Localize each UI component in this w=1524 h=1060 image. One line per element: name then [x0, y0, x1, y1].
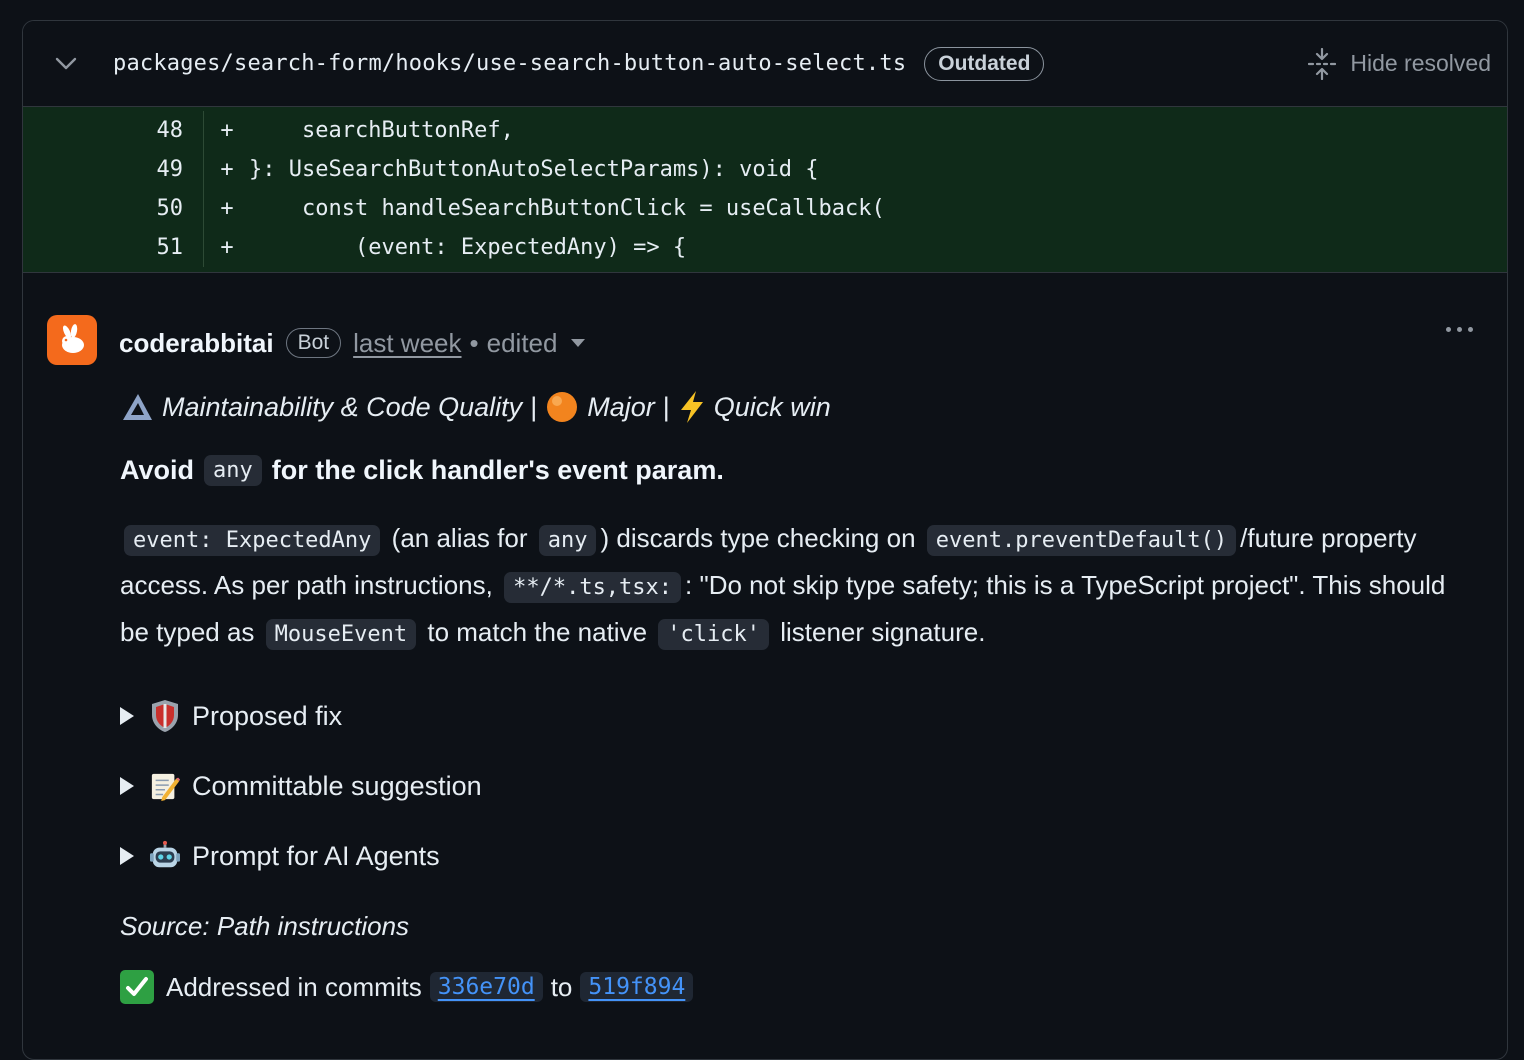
timestamp-link[interactable]: last week — [353, 328, 461, 359]
comment-header: coderabbitai Bot last week • edited — [119, 313, 1507, 373]
kebab-dot — [1468, 327, 1473, 332]
caret-down-icon — [571, 339, 586, 347]
inline-code: any — [538, 525, 597, 556]
inline-code: 'click' — [658, 619, 769, 650]
edited-dropdown[interactable]: edited — [487, 328, 586, 359]
headline-text: for the click handler's event param. — [271, 455, 724, 485]
inline-code: **/*.ts,tsx: — [504, 572, 682, 603]
hide-resolved-button[interactable]: Hide resolved — [1308, 47, 1491, 80]
diff-sign: + — [220, 196, 234, 221]
review-comment: coderabbitai Bot last week • edited Main… — [23, 273, 1507, 1004]
diff-code: }: UseSearchButtonAutoSelectParams): voi… — [249, 157, 819, 182]
diff-code: const handleSearchButtonClick = useCallb… — [249, 196, 885, 221]
paragraph-text: (an alias for — [391, 523, 528, 553]
comment-headline: Avoid any for the click handler's event … — [120, 455, 1480, 486]
file-header: packages/search-form/hooks/use-search-bu… — [23, 21, 1507, 107]
addressed-line: Addressed in commits 336e70d to 519f894 — [120, 970, 1480, 1004]
diff-line[interactable]: 51 + (event: ExpectedAny) => { — [23, 228, 1507, 267]
gutter-divider — [203, 189, 204, 228]
details-proposed-fix[interactable]: Proposed fix — [120, 681, 1480, 751]
effort-tag: Quick win — [713, 391, 831, 422]
diff-line[interactable]: 48 + searchButtonRef, — [23, 111, 1507, 150]
review-thread-panel: packages/search-form/hooks/use-search-bu… — [22, 20, 1508, 1060]
lightning-icon — [678, 390, 706, 424]
details-label: Prompt for AI Agents — [192, 840, 440, 871]
hide-resolved-label: Hide resolved — [1350, 50, 1491, 76]
diff-code: (event: ExpectedAny) => { — [249, 235, 687, 260]
line-number[interactable]: 48 — [23, 118, 203, 143]
avatar[interactable] — [47, 315, 97, 365]
diff-line[interactable]: 49 + }: UseSearchButtonAutoSelectParams)… — [23, 150, 1507, 189]
details-label: Committable suggestion — [192, 770, 482, 801]
disclosure-triangle-icon — [120, 777, 134, 795]
paragraph-text: to match the native — [427, 617, 648, 647]
details-label: Proposed fix — [192, 700, 343, 731]
tag-separator: | — [530, 391, 538, 422]
memo-icon — [150, 769, 180, 803]
fold-icon — [1308, 47, 1337, 80]
diff-sign: + — [220, 118, 234, 143]
orange-circle-icon — [545, 390, 579, 424]
addressed-text: Addressed in commits — [166, 971, 422, 1002]
disclosure-triangle-icon — [120, 847, 134, 865]
kebab-dot — [1457, 327, 1462, 332]
shield-icon — [150, 699, 180, 733]
diff-code: searchButtonRef, — [249, 118, 514, 143]
inline-code: MouseEvent — [265, 619, 417, 650]
gutter-divider — [203, 228, 204, 267]
details-prompt-for-ai-agents[interactable]: Prompt for AI Agents — [120, 821, 1480, 891]
separator-dot: • — [469, 327, 479, 358]
inline-code: any — [204, 455, 262, 486]
inline-code: event.preventDefault() — [926, 525, 1237, 556]
kebab-dot — [1446, 327, 1451, 332]
tag-separator: | — [662, 391, 670, 422]
gutter-divider — [203, 150, 204, 189]
commit-link-from[interactable]: 336e70d — [429, 972, 543, 1002]
line-number[interactable]: 50 — [23, 196, 203, 221]
headline-text: Avoid — [120, 455, 194, 485]
triangle-ruler-icon — [120, 392, 154, 422]
check-mark-icon — [120, 970, 154, 1004]
commit-link-to[interactable]: 519f894 — [580, 972, 694, 1002]
more-options-button[interactable] — [1446, 327, 1473, 332]
diff-sign: + — [220, 157, 234, 182]
robot-icon — [150, 839, 180, 873]
to-text: to — [550, 971, 573, 1002]
bot-badge: Bot — [285, 328, 342, 358]
comment-body: Maintainability & Code Quality | Major |… — [120, 385, 1480, 1004]
diff-hunk: 48 + searchButtonRef, 49 + }: UseSearchB… — [23, 107, 1507, 273]
line-number[interactable]: 49 — [23, 157, 203, 182]
gutter-divider — [203, 111, 204, 150]
category-tag: Maintainability & Code Quality — [162, 391, 523, 422]
comment-paragraph: event: ExpectedAny (an alias for any) di… — [120, 516, 1480, 657]
outdated-badge: Outdated — [924, 46, 1045, 81]
paragraph-text: ) discards type checking on — [600, 523, 916, 553]
edited-label: edited — [486, 327, 558, 358]
inline-code: event: ExpectedAny — [124, 525, 381, 556]
diff-sign: + — [220, 235, 234, 260]
line-number[interactable]: 51 — [23, 235, 203, 260]
author-name[interactable]: coderabbitai — [119, 328, 274, 359]
chevron-down-icon[interactable] — [53, 51, 79, 77]
rabbit-icon — [62, 324, 84, 353]
details-list: Proposed fix Committable suggestion Prom… — [120, 681, 1480, 891]
diff-line[interactable]: 50 + const handleSearchButtonClick = use… — [23, 189, 1507, 228]
disclosure-triangle-icon — [120, 707, 134, 725]
paragraph-text: listener signature. — [780, 617, 986, 647]
file-path[interactable]: packages/search-form/hooks/use-search-bu… — [113, 51, 906, 76]
severity-tag: Major — [587, 391, 655, 422]
classification-tags: Maintainability & Code Quality | Major |… — [120, 385, 1480, 429]
source-note: Source: Path instructions — [120, 911, 410, 941]
details-committable-suggestion[interactable]: Committable suggestion — [120, 751, 1480, 821]
